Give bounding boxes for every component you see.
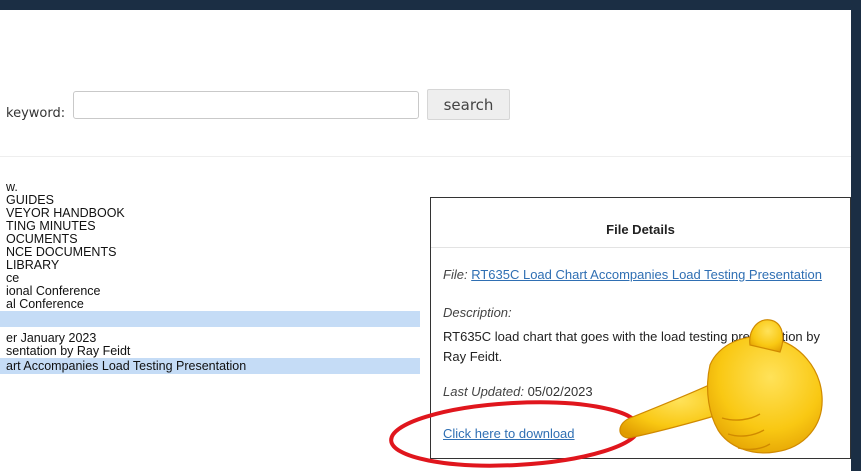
tree-item[interactable]: er January 2023 bbox=[0, 332, 420, 345]
file-row: File: RT635C Load Chart Accompanies Load… bbox=[443, 267, 822, 282]
page: keyword: search w. GUIDES VEYOR HANDBOOK… bbox=[0, 10, 851, 471]
tree-item-selected[interactable] bbox=[0, 311, 420, 327]
tree-item[interactable]: ce bbox=[0, 272, 420, 285]
description-label: Description: bbox=[443, 305, 512, 320]
tree-item[interactable]: NCE DOCUMENTS bbox=[0, 246, 420, 259]
tree-item[interactable]: TING MINUTES bbox=[0, 220, 420, 233]
keyword-input[interactable] bbox=[73, 91, 419, 119]
document-tree: w. GUIDES VEYOR HANDBOOK TING MINUTES OC… bbox=[0, 181, 420, 374]
panel-divider bbox=[431, 247, 850, 248]
pointing-hand-icon bbox=[619, 319, 823, 454]
tree-item[interactable]: sentation by Ray Feidt bbox=[0, 345, 420, 358]
tree-item-selected-file[interactable]: art Accompanies Load Testing Presentatio… bbox=[0, 358, 420, 374]
tree-item[interactable]: LIBRARY bbox=[0, 259, 420, 272]
file-link[interactable]: RT635C Load Chart Accompanies Load Testi… bbox=[471, 267, 822, 282]
updated-value: 05/02/2023 bbox=[527, 384, 593, 399]
tree-item[interactable]: ional Conference bbox=[0, 285, 420, 298]
tree-item[interactable]: al Conference bbox=[0, 298, 420, 311]
keyword-label: keyword: bbox=[6, 106, 66, 121]
last-updated: Last Updated: 05/02/2023 bbox=[443, 384, 593, 399]
panel-title: File Details bbox=[606, 222, 675, 237]
tree-item[interactable]: GUIDES bbox=[0, 194, 420, 207]
tree-item[interactable]: OCUMENTS bbox=[0, 233, 420, 246]
updated-label: Last Updated: bbox=[443, 384, 524, 399]
file-label: File: bbox=[443, 267, 468, 282]
tree-item[interactable]: w. bbox=[0, 181, 420, 194]
divider bbox=[0, 156, 851, 157]
tree-item[interactable]: VEYOR HANDBOOK bbox=[0, 207, 420, 220]
search-button[interactable]: search bbox=[427, 89, 510, 120]
